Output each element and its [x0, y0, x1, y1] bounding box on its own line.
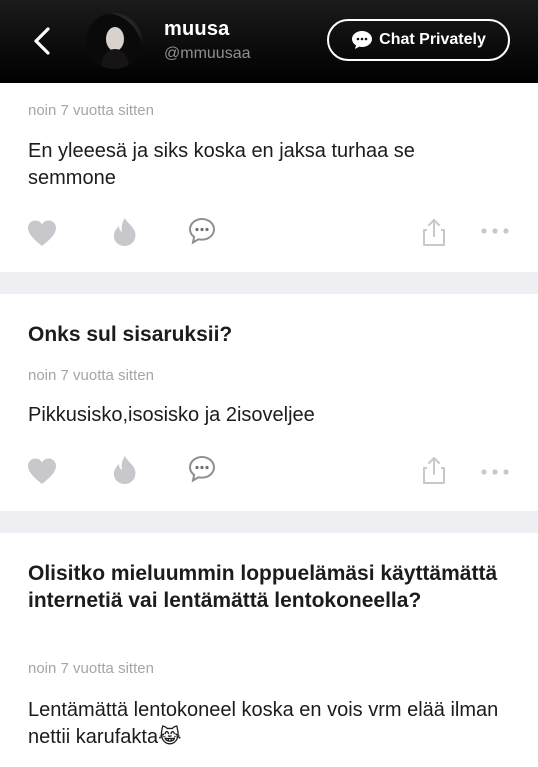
more-options-icon[interactable]: [480, 468, 510, 476]
comment-icon[interactable]: [188, 217, 216, 245]
share-icon[interactable]: [421, 217, 447, 247]
post-timestamp: noin 7 vuotta sitten: [28, 367, 154, 384]
fire-icon[interactable]: [112, 455, 138, 485]
post-divider: [0, 511, 538, 533]
post-answer: Lentämättä lentokoneel koska en vois vrm…: [28, 699, 499, 748]
post-card: noin 7 vuotta sitten En yleeesä ja siks …: [0, 83, 538, 272]
profile-header: muusa @mmuusaa Chat Privately: [0, 0, 538, 83]
like-icon[interactable]: [26, 457, 58, 485]
post-question: Onks sul sisaruksii?: [28, 323, 233, 346]
post-answer: En yleeesä ja siks koska en jaksa turhaa…: [28, 140, 415, 189]
fire-icon[interactable]: [112, 217, 138, 247]
post-timestamp: noin 7 vuotta sitten: [28, 102, 154, 119]
user-handle: @mmuusaa: [164, 45, 251, 62]
chat-privately-button[interactable]: Chat Privately: [327, 19, 510, 61]
post-question: Olisitko mieluummin loppuelämäsi käyttäm…: [28, 562, 498, 612]
avatar[interactable]: [86, 13, 142, 69]
chat-privately-label: Chat Privately: [379, 31, 486, 48]
post-card: Onks sul sisaruksii? noin 7 vuotta sitte…: [0, 294, 538, 511]
comment-icon[interactable]: [188, 455, 216, 483]
post-card: Olisitko mieluummin loppuelämäsi käyttäm…: [0, 533, 538, 767]
more-options-icon[interactable]: [480, 227, 510, 235]
post-divider: [0, 272, 538, 294]
post-answer: Pikkusisko,isosisko ja 2isoveljee: [28, 404, 315, 426]
back-icon[interactable]: [30, 26, 56, 56]
share-icon[interactable]: [421, 455, 447, 485]
post-timestamp: noin 7 vuotta sitten: [28, 660, 154, 677]
like-icon[interactable]: [26, 219, 58, 247]
username: muusa: [164, 18, 230, 40]
chat-bubble-icon: [351, 30, 373, 50]
